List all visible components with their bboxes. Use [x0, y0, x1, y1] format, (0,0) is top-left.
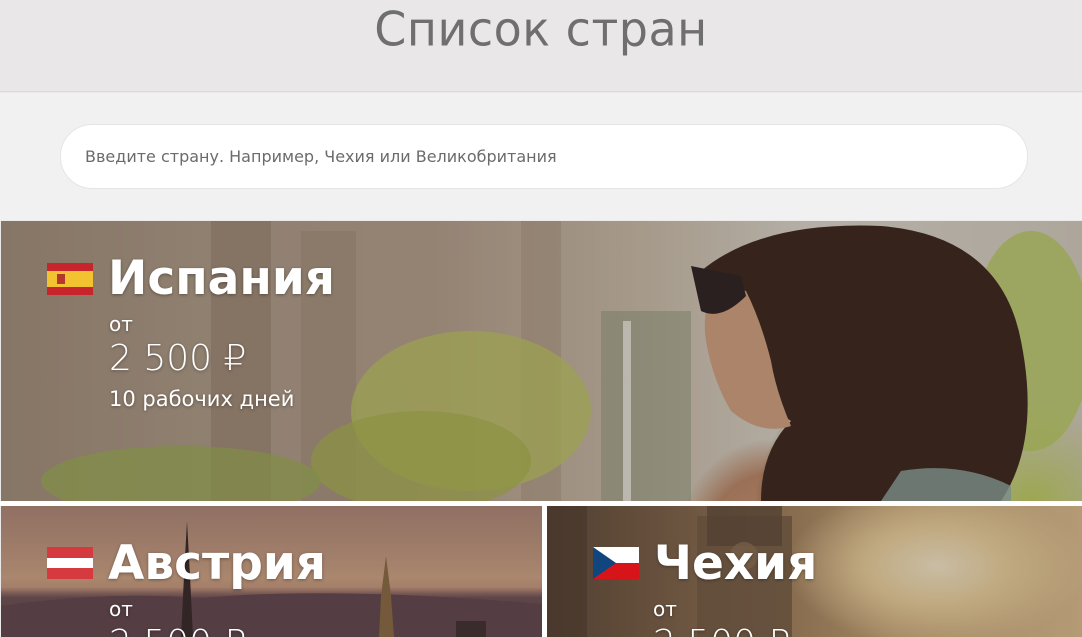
- page-header: Список стран: [0, 0, 1082, 92]
- czech-flag-icon: [593, 547, 639, 579]
- country-name: Чехия: [654, 536, 818, 591]
- price-from-label: от: [653, 597, 677, 621]
- country-card-czech[interactable]: Чехия от 2 500 ₽: [547, 506, 1082, 637]
- austria-flag-icon: [47, 547, 93, 579]
- country-name: Испания: [108, 251, 335, 306]
- country-search-input[interactable]: [60, 124, 1028, 189]
- page-title: Список стран: [374, 1, 708, 57]
- processing-days: 10 рабочих дней: [109, 387, 295, 411]
- country-card-spain[interactable]: Испания от 2 500 ₽ 10 рабочих дней: [1, 221, 1082, 501]
- price-from-label: от: [109, 312, 133, 336]
- price-value: 2 500 ₽: [653, 623, 790, 637]
- price-value: 2 500 ₽: [109, 338, 247, 379]
- country-name: Австрия: [108, 536, 326, 591]
- price-value: 2 500 ₽: [109, 623, 246, 637]
- search-section: [0, 93, 1082, 220]
- price-from-label: от: [109, 597, 133, 621]
- country-card-austria[interactable]: Австрия от 2 500 ₽: [1, 506, 542, 637]
- spain-flag-icon: [47, 263, 93, 295]
